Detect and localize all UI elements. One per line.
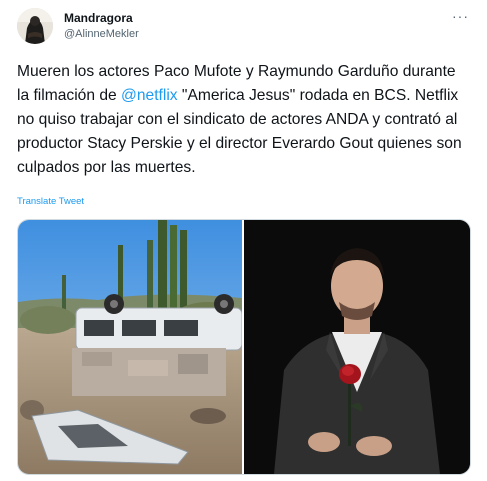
man-with-rose-portrait-icon [244,220,470,474]
translate-tweet-link[interactable]: Translate Tweet [17,196,84,207]
avatar[interactable] [17,8,53,44]
media-photo-portrait[interactable] [244,220,470,474]
author-handle[interactable]: @AlinneMekler [64,28,139,40]
media-grid [17,219,471,475]
more-options-icon[interactable]: ··· [452,9,469,23]
author-display-name[interactable]: Mandragora [64,11,133,25]
media-photo-van[interactable] [18,220,242,474]
mention-link[interactable]: @netflix [121,87,178,104]
tweet-text: Mueren los actores Paco Mufote y Raymund… [17,60,472,180]
overturned-van-photo-icon [18,220,242,474]
avatar-image-icon [17,8,53,44]
tweet: Mandragora @AlinneMekler ··· Mueren los … [0,0,487,481]
